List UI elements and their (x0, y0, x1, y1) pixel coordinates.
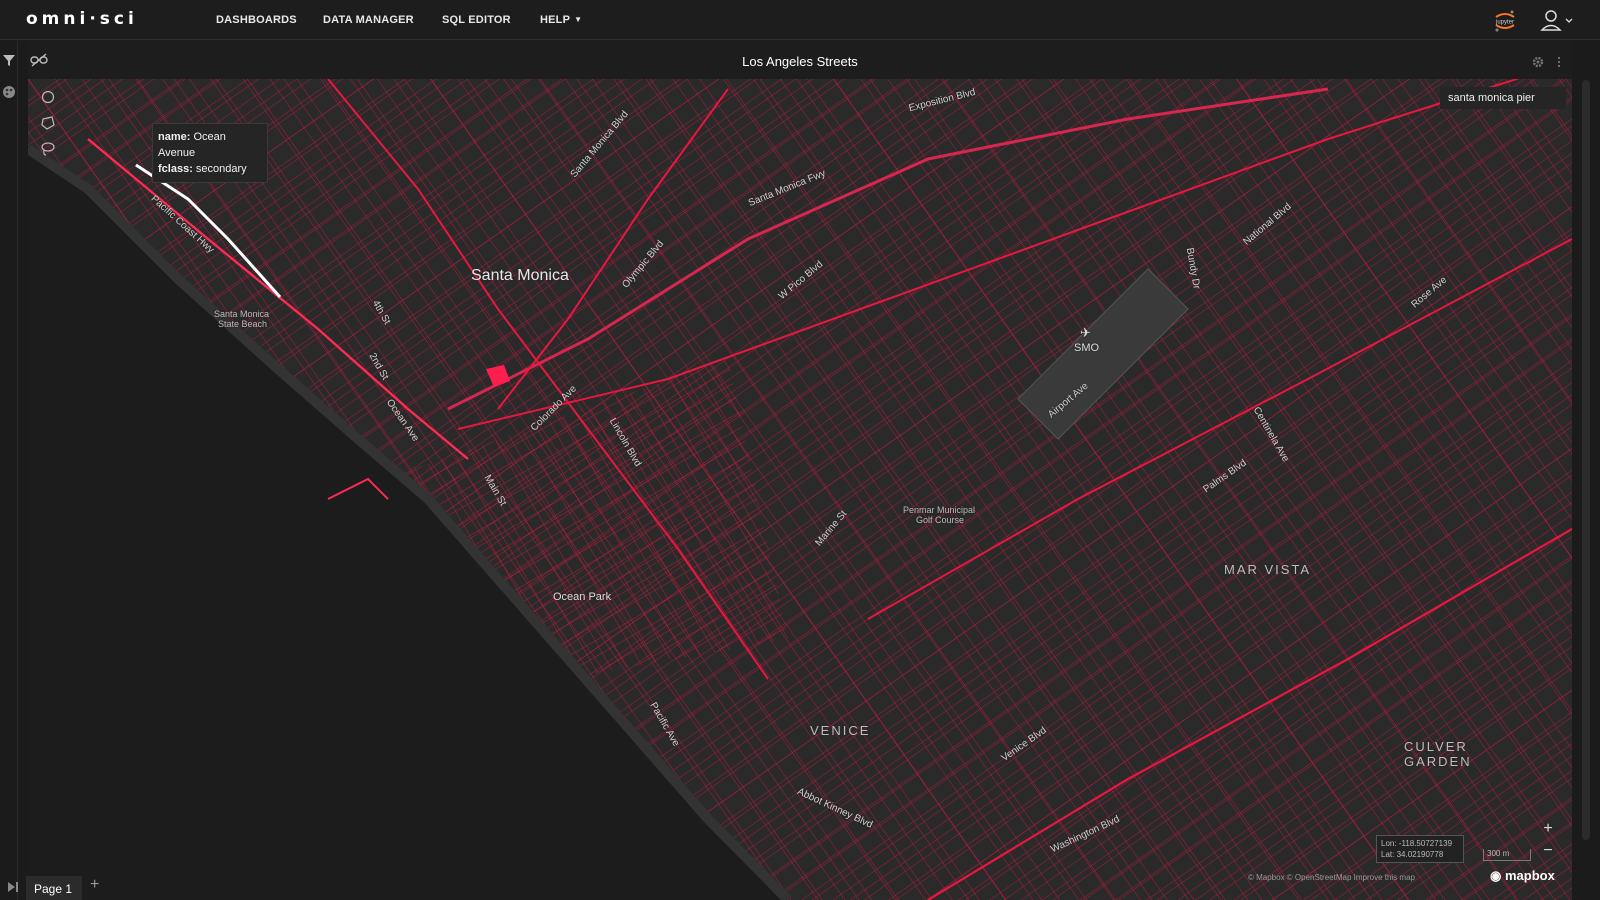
place-ocean-park: Ocean Park (553, 591, 612, 603)
lasso-select-icon[interactable] (40, 141, 56, 157)
place-sm-beach-2: State Beach (218, 319, 268, 329)
zoom-in-button[interactable]: + (1540, 821, 1556, 837)
coordinates-readout: Lon: -118.50727139 Lat: 34.02190778 (1376, 835, 1464, 863)
dashboard-title[interactable]: Los Angeles Streets (0, 54, 1600, 69)
omnisci-logo[interactable]: omni·sci (26, 9, 138, 29)
mapbox-label: mapbox (1504, 868, 1555, 883)
nav-sql-editor[interactable]: SQL EDITOR (442, 14, 511, 26)
page-panel-toggle-icon[interactable] (6, 880, 20, 894)
page-tab-1[interactable]: Page 1 (26, 876, 82, 900)
add-page-button[interactable]: + (90, 876, 99, 894)
nav-dashboards[interactable]: DASHBOARDS (216, 14, 297, 26)
place-venice: VENICE (810, 723, 871, 738)
chevron-down-icon: ▼ (574, 15, 583, 24)
nav-help[interactable]: HELP ▼ (540, 14, 582, 26)
polygon-select-icon[interactable] (40, 115, 56, 131)
map-attribution[interactable]: © Mapbox © OpenStreetMap Improve this ma… (1248, 873, 1494, 887)
street-tooltip: name: Ocean Avenue fclass: secondary (152, 123, 268, 183)
palette-icon[interactable] (2, 85, 16, 99)
gear-icon[interactable] (1532, 56, 1544, 68)
more-options-icon[interactable] (1557, 56, 1561, 68)
tooltip-name-row: name: Ocean Avenue (158, 129, 262, 161)
top-nav: omni·sci DASHBOARDS DATA MANAGER SQL EDI… (0, 0, 1600, 40)
place-sm-beach-1: Santa Monica (214, 309, 270, 319)
user-menu-button[interactable] (1540, 8, 1574, 34)
place-culver-1: CULVER (1404, 739, 1468, 754)
place-santa-monica: Santa Monica (471, 267, 569, 284)
place-golf-1: Penmar Municipal (903, 505, 976, 515)
jupyter-button[interactable]: jupyter (1492, 8, 1518, 34)
place-mar-vista: MAR VISTA (1224, 562, 1312, 577)
left-rail (0, 41, 18, 900)
street-network (28, 79, 1572, 900)
airport-code: SMO (1074, 342, 1100, 354)
tooltip-fclass-key: fclass: (158, 163, 193, 175)
nav-data-manager[interactable]: DATA MANAGER (323, 14, 414, 26)
airplane-icon: ✈ (1080, 325, 1091, 340)
tooltip-fclass-row: fclass: secondary (158, 161, 262, 177)
vertical-scrollbar[interactable] (1582, 80, 1590, 840)
tooltip-name-key: name: (158, 131, 191, 143)
mapbox-icon: ◉ (1490, 868, 1502, 883)
jupyter-label: jupyter (1495, 20, 1514, 26)
place-culver-2: GARDEN (1404, 754, 1472, 769)
tooltip-fclass-value: secondary (195, 163, 247, 175)
circle-select-icon[interactable] (40, 89, 56, 105)
place-golf-2: Golf Course (916, 515, 965, 525)
jupyter-icon: jupyter (1495, 10, 1515, 32)
street-map[interactable]: Santa Monica VENICE MAR VISTA CULVER GAR… (28, 79, 1572, 900)
nav-help-label: HELP (540, 14, 571, 26)
longitude-readout: Lon: -118.50727139 (1381, 839, 1453, 848)
mapbox-logo[interactable]: ◉ mapbox (1490, 868, 1555, 884)
scale-bar: 300 m (1483, 849, 1531, 861)
user-icon (1540, 10, 1573, 31)
zoom-out-button[interactable]: − (1540, 843, 1556, 859)
latitude-readout: Lat: 34.02190778 (1381, 850, 1444, 859)
location-search-input[interactable]: santa monica pier (1440, 87, 1566, 109)
